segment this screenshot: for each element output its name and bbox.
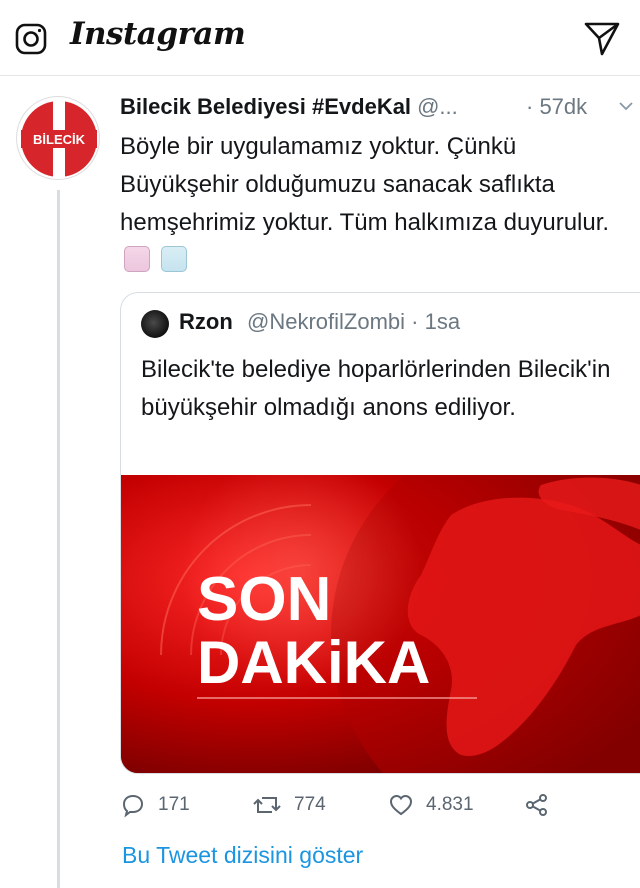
reply-count: 171: [158, 794, 190, 815]
camera-icon[interactable]: [14, 22, 48, 56]
reply-button[interactable]: 171: [120, 788, 190, 822]
share-icon: [526, 794, 547, 816]
woman-facepalming-emoji: [124, 246, 150, 272]
breaking-news-image: SON DAKiKA: [121, 475, 640, 773]
show-thread-link[interactable]: Bu Tweet dizisini göster: [122, 842, 363, 869]
instagram-logo: Instagram: [70, 16, 246, 52]
retweet-count: 774: [294, 794, 326, 815]
like-button[interactable]: 4.831: [388, 788, 474, 822]
avatar[interactable]: BİLECİK: [16, 96, 100, 180]
like-count: 4.831: [426, 794, 474, 815]
quote-text: Bilecik'te belediye hoparlörlerinden Bil…: [141, 356, 611, 421]
retweet-button[interactable]: 774: [252, 788, 326, 822]
tweet-time: · 57dk: [526, 94, 588, 119]
heart-icon: [389, 794, 413, 816]
tweet-header: Bilecik Belediyesi #EvdeKal @... · 57dk: [120, 94, 633, 124]
instagram-header: Instagram: [0, 0, 640, 76]
thread-line: [57, 190, 60, 888]
quote-author-name: Rzon: [179, 309, 233, 334]
tweet-author-name[interactable]: Bilecik Belediyesi #EvdeKal: [120, 94, 411, 119]
share-button[interactable]: [524, 788, 562, 822]
retweet-icon: [253, 797, 281, 813]
media-title-line1: SON: [197, 565, 331, 634]
tweet-body: Böyle bir uygulamamız yoktur. Çünkü Büyü…: [120, 133, 610, 236]
reply-icon: [122, 794, 144, 818]
svg-text:BİLECİK: BİLECİK: [33, 132, 86, 147]
bilecik-logo: BİLECİK: [21, 101, 97, 177]
quote-author-handle: @NekrofilZombi · 1sa: [247, 309, 461, 334]
quote-tweet-card[interactable]: Rzon @NekrofilZombi · 1sa Bilecik'te bel…: [120, 292, 640, 774]
chevron-down-icon[interactable]: [618, 98, 634, 114]
quote-media-image[interactable]: SON DAKiKA: [121, 475, 640, 773]
tweet-author-handle[interactable]: @...: [417, 94, 458, 119]
tweet-actions: 171 774 4.831: [120, 788, 640, 822]
tweet-text: Böyle bir uygulamamız yoktur. Çünkü Büyü…: [120, 128, 630, 280]
send-icon[interactable]: [582, 18, 622, 58]
man-facepalming-emoji: [160, 246, 187, 272]
media-title-line2: DAKiKA: [197, 629, 430, 696]
quote-avatar: [141, 310, 169, 338]
